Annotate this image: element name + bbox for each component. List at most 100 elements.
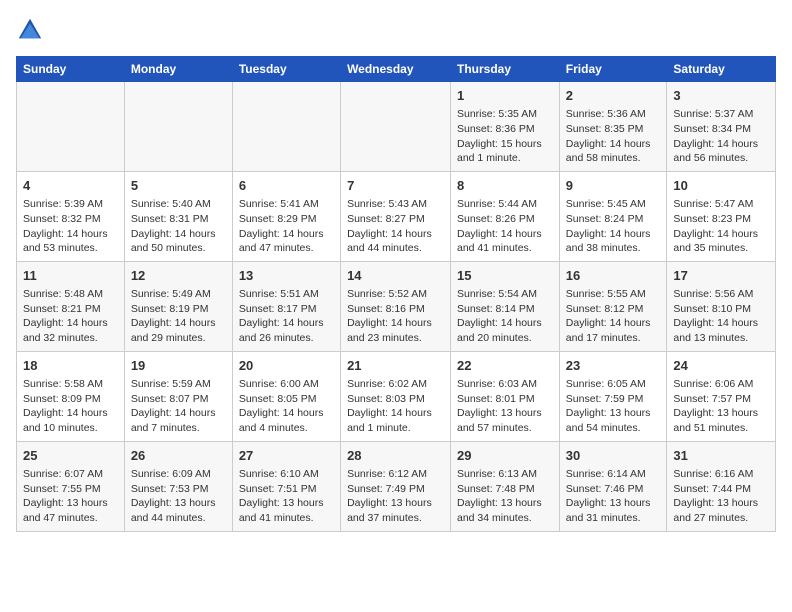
- day-info: Sunset: 8:19 PM: [131, 302, 226, 317]
- day-info: Sunrise: 6:09 AM: [131, 467, 226, 482]
- day-number: 30: [566, 447, 661, 465]
- day-info: Daylight: 14 hours and 26 minutes.: [239, 316, 334, 345]
- day-cell: [17, 82, 125, 172]
- day-info: Daylight: 14 hours and 41 minutes.: [457, 227, 553, 256]
- day-info: Daylight: 14 hours and 53 minutes.: [23, 227, 118, 256]
- day-cell: 14Sunrise: 5:52 AMSunset: 8:16 PMDayligh…: [341, 261, 451, 351]
- day-cell: 28Sunrise: 6:12 AMSunset: 7:49 PMDayligh…: [341, 441, 451, 531]
- day-info: Sunset: 7:59 PM: [566, 392, 661, 407]
- day-cell: 1Sunrise: 5:35 AMSunset: 8:36 PMDaylight…: [451, 82, 560, 172]
- day-cell: 11Sunrise: 5:48 AMSunset: 8:21 PMDayligh…: [17, 261, 125, 351]
- day-number: 19: [131, 357, 226, 375]
- header-row: SundayMondayTuesdayWednesdayThursdayFrid…: [17, 57, 776, 82]
- week-row-2: 4Sunrise: 5:39 AMSunset: 8:32 PMDaylight…: [17, 171, 776, 261]
- day-number: 20: [239, 357, 334, 375]
- day-info: Sunset: 8:24 PM: [566, 212, 661, 227]
- day-info: Sunrise: 5:40 AM: [131, 197, 226, 212]
- day-cell: 31Sunrise: 6:16 AMSunset: 7:44 PMDayligh…: [667, 441, 776, 531]
- day-cell: 17Sunrise: 5:56 AMSunset: 8:10 PMDayligh…: [667, 261, 776, 351]
- page-header: [16, 16, 776, 44]
- day-number: 29: [457, 447, 553, 465]
- day-number: 27: [239, 447, 334, 465]
- day-info: Daylight: 15 hours and 1 minute.: [457, 137, 553, 166]
- day-cell: 24Sunrise: 6:06 AMSunset: 7:57 PMDayligh…: [667, 351, 776, 441]
- day-cell: 5Sunrise: 5:40 AMSunset: 8:31 PMDaylight…: [124, 171, 232, 261]
- day-info: Sunrise: 5:51 AM: [239, 287, 334, 302]
- day-number: 16: [566, 267, 661, 285]
- day-number: 22: [457, 357, 553, 375]
- week-row-5: 25Sunrise: 6:07 AMSunset: 7:55 PMDayligh…: [17, 441, 776, 531]
- day-info: Sunrise: 5:54 AM: [457, 287, 553, 302]
- day-info: Sunset: 7:55 PM: [23, 482, 118, 497]
- day-cell: 16Sunrise: 5:55 AMSunset: 8:12 PMDayligh…: [559, 261, 667, 351]
- week-row-1: 1Sunrise: 5:35 AMSunset: 8:36 PMDaylight…: [17, 82, 776, 172]
- day-info: Sunrise: 6:06 AM: [673, 377, 769, 392]
- day-cell: 23Sunrise: 6:05 AMSunset: 7:59 PMDayligh…: [559, 351, 667, 441]
- day-info: Daylight: 14 hours and 20 minutes.: [457, 316, 553, 345]
- day-info: Sunrise: 5:52 AM: [347, 287, 444, 302]
- day-info: Sunset: 8:10 PM: [673, 302, 769, 317]
- day-number: 31: [673, 447, 769, 465]
- day-info: Daylight: 13 hours and 34 minutes.: [457, 496, 553, 525]
- day-info: Sunrise: 5:39 AM: [23, 197, 118, 212]
- week-row-4: 18Sunrise: 5:58 AMSunset: 8:09 PMDayligh…: [17, 351, 776, 441]
- calendar-table: SundayMondayTuesdayWednesdayThursdayFrid…: [16, 56, 776, 532]
- day-cell: 20Sunrise: 6:00 AMSunset: 8:05 PMDayligh…: [232, 351, 340, 441]
- day-info: Sunrise: 5:48 AM: [23, 287, 118, 302]
- day-info: Daylight: 14 hours and 17 minutes.: [566, 316, 661, 345]
- day-cell: 4Sunrise: 5:39 AMSunset: 8:32 PMDaylight…: [17, 171, 125, 261]
- logo: [16, 16, 48, 44]
- day-number: 1: [457, 87, 553, 105]
- day-info: Sunset: 8:05 PM: [239, 392, 334, 407]
- day-number: 24: [673, 357, 769, 375]
- day-cell: 8Sunrise: 5:44 AMSunset: 8:26 PMDaylight…: [451, 171, 560, 261]
- calendar-body: 1Sunrise: 5:35 AMSunset: 8:36 PMDaylight…: [17, 82, 776, 532]
- day-info: Sunrise: 6:02 AM: [347, 377, 444, 392]
- header-cell-sunday: Sunday: [17, 57, 125, 82]
- day-info: Sunrise: 5:37 AM: [673, 107, 769, 122]
- day-number: 28: [347, 447, 444, 465]
- day-info: Sunrise: 6:07 AM: [23, 467, 118, 482]
- day-info: Sunset: 8:17 PM: [239, 302, 334, 317]
- day-cell: [341, 82, 451, 172]
- day-info: Sunset: 8:07 PM: [131, 392, 226, 407]
- day-number: 4: [23, 177, 118, 195]
- day-info: Daylight: 14 hours and 29 minutes.: [131, 316, 226, 345]
- day-cell: 21Sunrise: 6:02 AMSunset: 8:03 PMDayligh…: [341, 351, 451, 441]
- day-cell: 6Sunrise: 5:41 AMSunset: 8:29 PMDaylight…: [232, 171, 340, 261]
- day-info: Sunset: 8:23 PM: [673, 212, 769, 227]
- day-info: Sunset: 7:48 PM: [457, 482, 553, 497]
- day-number: 11: [23, 267, 118, 285]
- day-info: Daylight: 14 hours and 7 minutes.: [131, 406, 226, 435]
- day-info: Sunrise: 6:10 AM: [239, 467, 334, 482]
- header-cell-saturday: Saturday: [667, 57, 776, 82]
- logo-icon: [16, 16, 44, 44]
- day-info: Sunset: 8:27 PM: [347, 212, 444, 227]
- day-number: 5: [131, 177, 226, 195]
- day-info: Daylight: 14 hours and 1 minute.: [347, 406, 444, 435]
- day-number: 8: [457, 177, 553, 195]
- day-cell: [232, 82, 340, 172]
- day-info: Sunset: 8:26 PM: [457, 212, 553, 227]
- day-cell: 9Sunrise: 5:45 AMSunset: 8:24 PMDaylight…: [559, 171, 667, 261]
- day-cell: 18Sunrise: 5:58 AMSunset: 8:09 PMDayligh…: [17, 351, 125, 441]
- day-info: Sunrise: 5:36 AM: [566, 107, 661, 122]
- day-cell: 3Sunrise: 5:37 AMSunset: 8:34 PMDaylight…: [667, 82, 776, 172]
- day-cell: 13Sunrise: 5:51 AMSunset: 8:17 PMDayligh…: [232, 261, 340, 351]
- day-info: Daylight: 14 hours and 35 minutes.: [673, 227, 769, 256]
- day-info: Sunrise: 5:41 AM: [239, 197, 334, 212]
- day-info: Sunrise: 5:49 AM: [131, 287, 226, 302]
- day-info: Daylight: 14 hours and 56 minutes.: [673, 137, 769, 166]
- day-number: 18: [23, 357, 118, 375]
- day-info: Daylight: 14 hours and 13 minutes.: [673, 316, 769, 345]
- day-info: Sunset: 8:01 PM: [457, 392, 553, 407]
- day-info: Sunrise: 5:47 AM: [673, 197, 769, 212]
- day-info: Sunrise: 5:58 AM: [23, 377, 118, 392]
- header-cell-tuesday: Tuesday: [232, 57, 340, 82]
- day-info: Daylight: 13 hours and 54 minutes.: [566, 406, 661, 435]
- day-info: Daylight: 14 hours and 10 minutes.: [23, 406, 118, 435]
- day-info: Sunset: 7:49 PM: [347, 482, 444, 497]
- day-info: Sunset: 7:46 PM: [566, 482, 661, 497]
- header-cell-monday: Monday: [124, 57, 232, 82]
- header-cell-wednesday: Wednesday: [341, 57, 451, 82]
